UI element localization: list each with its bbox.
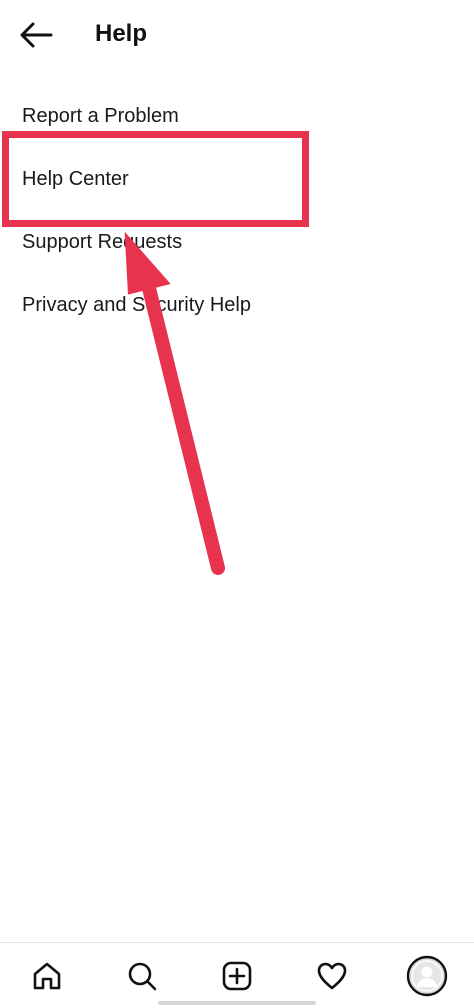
profile-avatar-icon — [406, 955, 448, 997]
help-menu: Report a Problem Help Center Support Req… — [0, 85, 474, 337]
menu-item-privacy-security-help[interactable]: Privacy and Security Help — [0, 274, 474, 337]
add-post-icon — [222, 961, 252, 991]
home-indicator-bar — [158, 1001, 316, 1005]
top-bar: Help — [0, 0, 474, 70]
back-button[interactable] — [14, 16, 58, 54]
menu-item-report-problem[interactable]: Report a Problem — [0, 85, 474, 148]
page-title: Help — [95, 20, 148, 47]
nav-add-post-button[interactable] — [213, 953, 261, 999]
home-icon — [33, 962, 61, 990]
search-icon — [128, 962, 157, 991]
nav-search-button[interactable] — [118, 953, 166, 999]
heart-icon — [317, 962, 347, 990]
nav-activity-button[interactable] — [308, 953, 356, 999]
bottom-navigation — [0, 942, 474, 1008]
menu-item-help-center[interactable]: Help Center — [0, 148, 474, 211]
nav-home-button[interactable] — [23, 953, 71, 999]
nav-profile-button[interactable] — [403, 953, 451, 999]
menu-item-support-requests[interactable]: Support Requests — [0, 211, 474, 274]
arrow-left-icon — [20, 22, 53, 48]
